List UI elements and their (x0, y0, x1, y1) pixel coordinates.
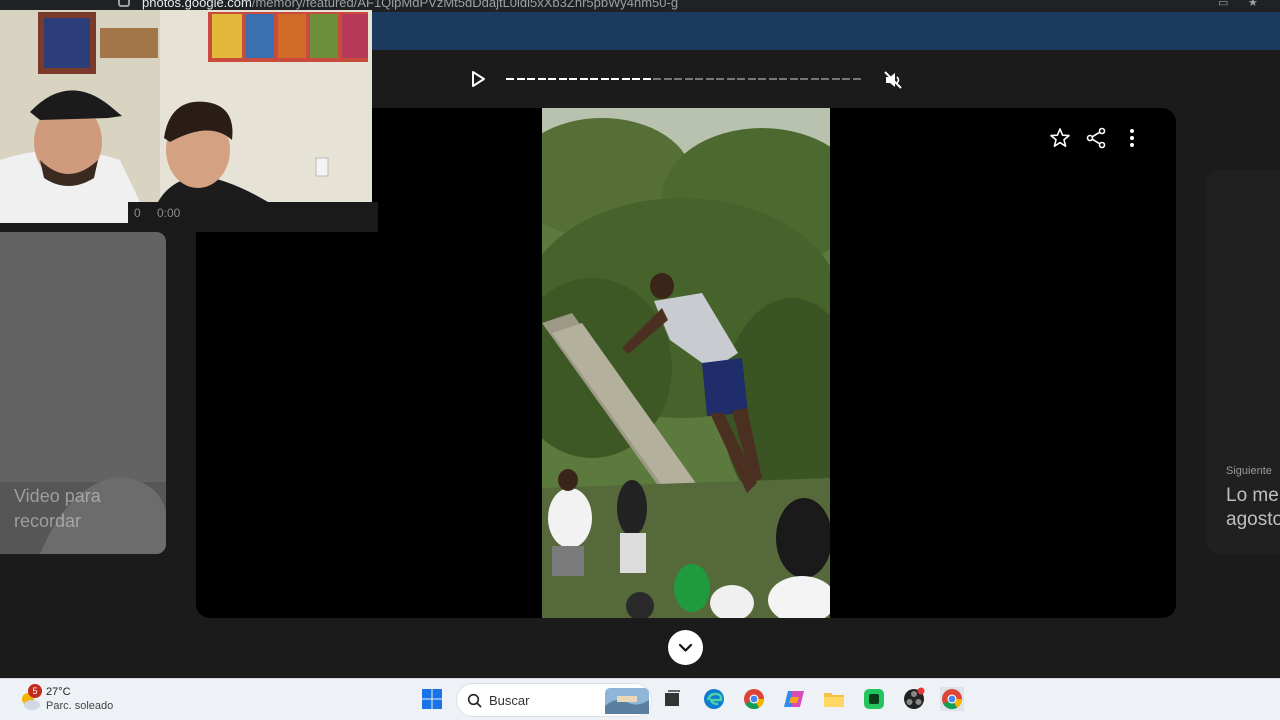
progress-segment (558, 78, 567, 80)
address-bar[interactable]: photos.google.com/memory/featured/AF1Qip… (142, 0, 678, 10)
weather-temperature: 27°C (46, 686, 71, 698)
progress-segment (569, 78, 577, 80)
weather-widget[interactable]: 5 27°C Parc. soleado (18, 684, 148, 716)
progress-segment (779, 78, 787, 80)
video-frame (542, 108, 830, 618)
progress-segment (611, 78, 619, 80)
chrome-icon[interactable] (742, 687, 766, 711)
share-icon[interactable] (1084, 126, 1108, 150)
progress-segment (642, 78, 651, 80)
site-info-icon[interactable] (118, 0, 130, 7)
progress-segment (810, 78, 819, 80)
edge-icon[interactable] (702, 687, 726, 711)
star-icon[interactable] (1048, 126, 1072, 150)
memory-actions (1048, 126, 1158, 150)
webcam-overlay (0, 10, 372, 223)
weather-description: Parc. soleado (46, 700, 114, 712)
webcam-feed (0, 10, 372, 223)
progress-segment (684, 78, 693, 80)
chevron-down-icon (678, 643, 693, 652)
previous-memory-title: Video para recordar (14, 486, 101, 531)
memory-video[interactable] (542, 108, 830, 618)
progress-segment (789, 78, 798, 80)
memory-progress-bar[interactable] (506, 78, 864, 80)
windows-taskbar: 5 27°C Parc. soleado Buscar (0, 678, 1280, 720)
cast-icon[interactable]: ▭ (1218, 0, 1230, 9)
progress-segment (653, 78, 661, 80)
progress-segment (516, 78, 525, 80)
progress-segment (842, 78, 850, 80)
more-vert-icon[interactable] (1120, 126, 1144, 150)
progress-segment (537, 78, 546, 80)
taskbar-search[interactable]: Buscar (456, 683, 652, 717)
volume-muted-icon[interactable] (882, 69, 904, 91)
progress-segment (695, 78, 703, 80)
progress-segment (831, 78, 840, 80)
progress-segment (821, 78, 829, 80)
copilot-icon[interactable] (782, 687, 806, 711)
task-view-icon[interactable] (660, 687, 684, 711)
weather-alert-badge: 5 (28, 684, 42, 698)
progress-segment (548, 78, 556, 80)
search-placeholder: Buscar (489, 693, 530, 708)
progress-segment (716, 78, 724, 80)
bookmark-star-icon[interactable]: ★ (1248, 0, 1260, 9)
progress-segment (726, 78, 735, 80)
progress-segment (674, 78, 682, 80)
progress-segment (852, 78, 861, 80)
scroll-down-button[interactable] (668, 630, 703, 665)
progress-segment (737, 78, 745, 80)
app-icon[interactable] (862, 687, 886, 711)
webcam-counter: 0 (134, 206, 141, 220)
next-memory-title[interactable]: Lo me agosto (1226, 484, 1280, 532)
play-icon[interactable] (470, 70, 486, 88)
progress-segment (621, 78, 630, 80)
progress-segment (705, 78, 714, 80)
search-icon (467, 693, 482, 708)
progress-segment (632, 78, 640, 80)
progress-segment (600, 78, 609, 80)
file-explorer-icon[interactable] (822, 687, 846, 711)
progress-segment (663, 78, 672, 80)
next-memory-caption: Siguiente (1226, 465, 1272, 477)
progress-segment (506, 78, 514, 80)
progress-segment (579, 78, 588, 80)
chrome-active-icon[interactable] (940, 687, 964, 711)
video-controls (460, 64, 910, 94)
progress-segment (590, 78, 598, 80)
progress-segment (747, 78, 756, 80)
progress-segment (758, 78, 766, 80)
webcam-time: 0:00 (157, 206, 181, 220)
obs-icon[interactable] (902, 687, 926, 711)
search-highlight-image (605, 688, 649, 714)
windows-start-icon[interactable] (420, 687, 444, 711)
progress-segment (527, 78, 535, 80)
progress-segment (800, 78, 808, 80)
progress-segment (768, 78, 777, 80)
